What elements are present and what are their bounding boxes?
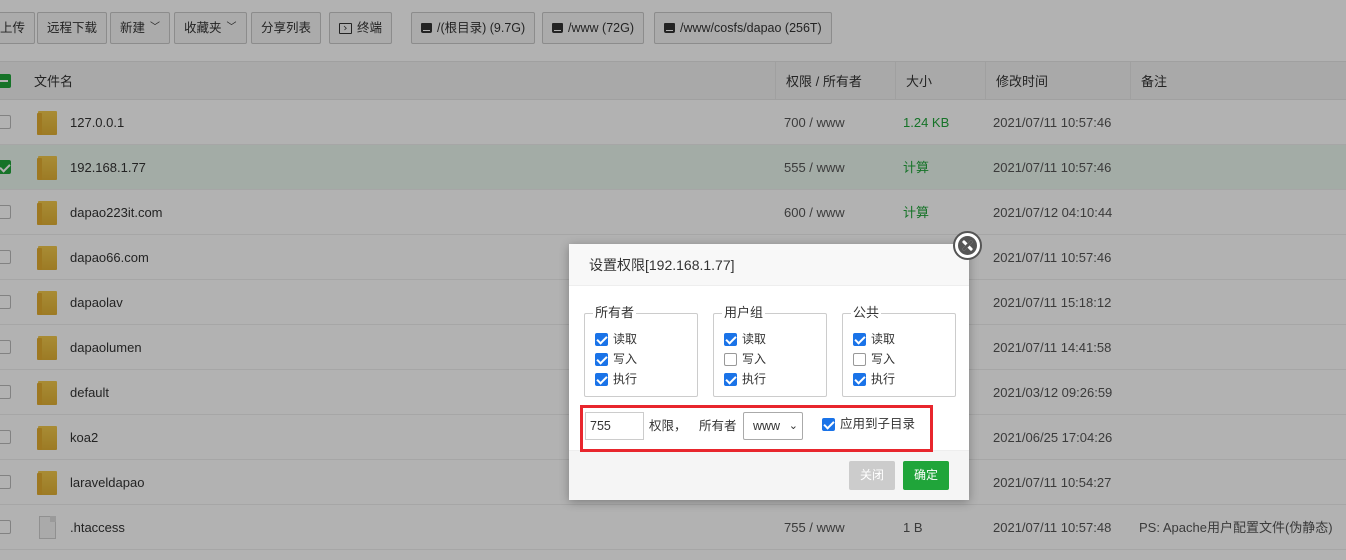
public-read-label: 读取 <box>871 332 896 346</box>
chevron-down-icon: ⌄ <box>788 420 798 432</box>
public-exec[interactable]: 执行 <box>853 371 895 387</box>
group-public-legend: 公共 <box>851 305 882 321</box>
close-button[interactable]: 关闭 <box>849 461 895 490</box>
group-public: 公共 读取 写入 执行 <box>842 305 956 397</box>
group-write-label: 写入 <box>742 352 767 366</box>
group-exec-label: 执行 <box>742 372 767 386</box>
owner-label: 所有者 <box>699 419 737 433</box>
apply-subdir-label[interactable]: 应用到子目录 <box>840 416 915 432</box>
public-write[interactable]: 写入 <box>853 351 895 367</box>
owner-write-label: 写入 <box>613 352 638 366</box>
apply-subdir-checkbox[interactable] <box>822 418 835 431</box>
group-read-checkbox[interactable] <box>724 332 737 346</box>
group-write[interactable]: 写入 <box>724 351 766 367</box>
confirm-button[interactable]: 确定 <box>903 461 949 490</box>
owner-exec-label: 执行 <box>613 372 638 386</box>
owner-select[interactable]: www ⌄ <box>743 412 803 440</box>
group-owner: 所有者 读取 写入 执行 <box>584 305 698 397</box>
owner-read-label: 读取 <box>613 332 638 346</box>
public-exec-label: 执行 <box>871 372 896 386</box>
owner-read[interactable]: 读取 <box>595 331 637 347</box>
perm-label: 权限， <box>649 419 687 433</box>
owner-select-value: www <box>753 419 781 433</box>
group-exec[interactable]: 执行 <box>724 371 766 387</box>
close-icon-inner <box>958 236 977 255</box>
perm-value-input[interactable]: 755 <box>585 412 644 440</box>
public-read-checkbox[interactable] <box>853 332 866 346</box>
dialog-title: 设置权限[192.168.1.77] <box>569 244 969 286</box>
group-exec-checkbox[interactable] <box>724 372 737 386</box>
group-read-label: 读取 <box>742 332 767 346</box>
owner-write-checkbox[interactable] <box>595 352 608 366</box>
public-read[interactable]: 读取 <box>853 331 895 347</box>
group-usergroup: 用户组 读取 写入 执行 <box>713 305 827 397</box>
owner-exec-checkbox[interactable] <box>595 372 608 386</box>
public-write-checkbox[interactable] <box>853 352 866 366</box>
owner-write[interactable]: 写入 <box>595 351 637 367</box>
public-write-label: 写入 <box>871 352 896 366</box>
apply-subdir-checkbox-wrap[interactable] <box>822 418 835 431</box>
owner-read-checkbox[interactable] <box>595 332 608 346</box>
group-owner-legend: 所有者 <box>593 305 637 321</box>
public-exec-checkbox[interactable] <box>853 372 866 386</box>
group-write-checkbox[interactable] <box>724 352 737 366</box>
group-read[interactable]: 读取 <box>724 331 766 347</box>
close-icon[interactable] <box>953 231 982 260</box>
group-usergroup-legend: 用户组 <box>722 305 766 321</box>
owner-exec[interactable]: 执行 <box>595 371 637 387</box>
